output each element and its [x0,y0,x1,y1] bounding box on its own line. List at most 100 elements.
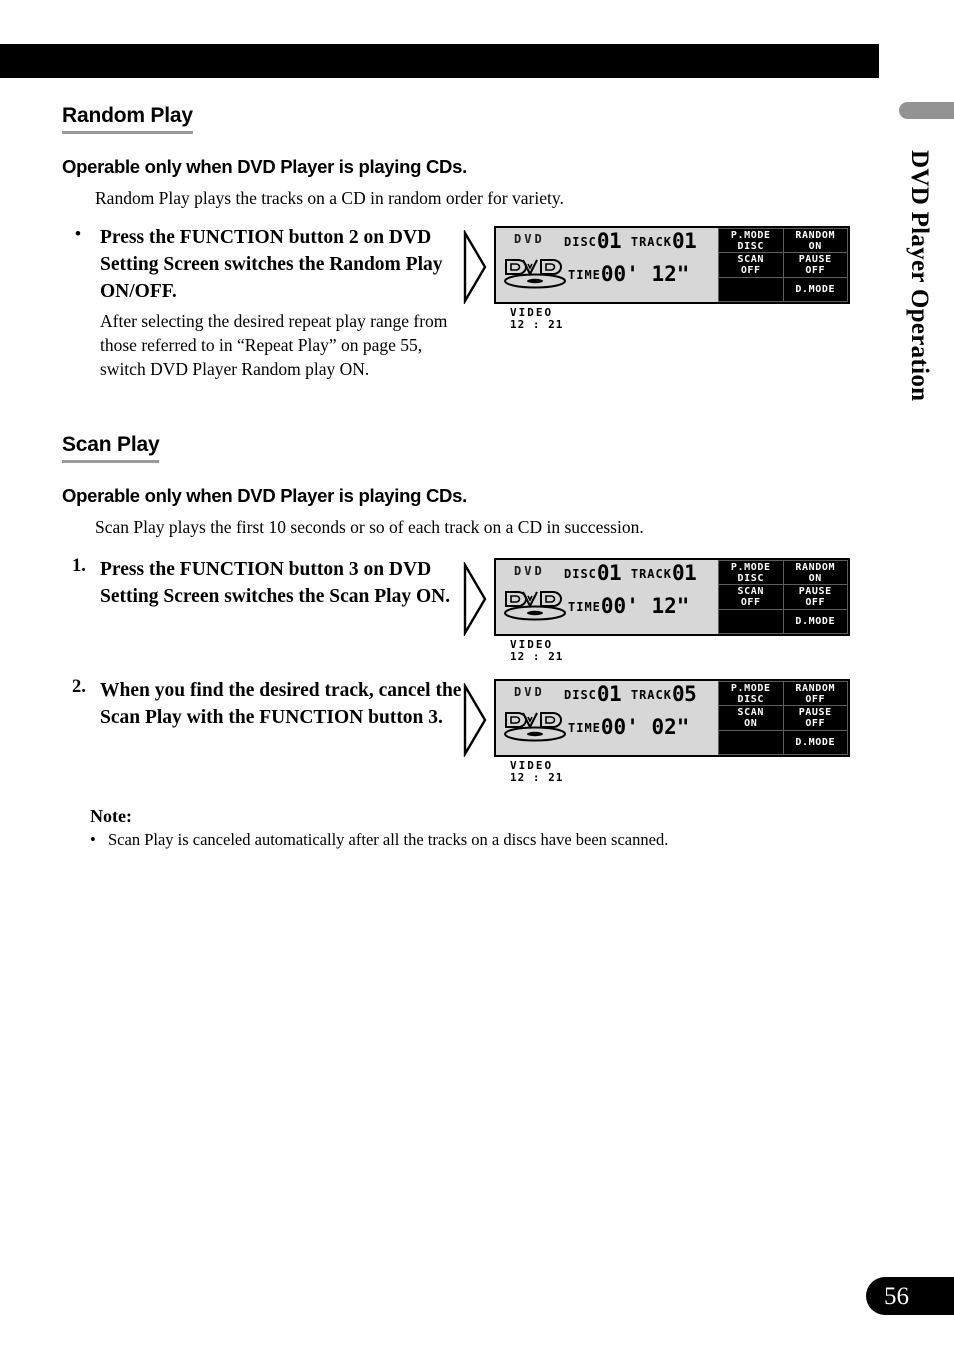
lcd-button-scan[interactable]: SCAN OFF [718,584,784,610]
lcd-time-value: 00' 12" [600,262,690,286]
lcd-button-dmode[interactable]: D.MODE [782,276,848,303]
lcd-button-line1: D.MODE [795,283,836,295]
section-heading: Scan Play [62,433,160,463]
chapter-tab [899,102,954,119]
lcd-button-line1: P.MODE [730,682,771,694]
lcd-button-line2: OFF [805,596,826,608]
dvd-video-logo-icon: VIDEO 12 : 21 [502,256,568,331]
lcd-button-line2: OFF [805,264,826,276]
lcd-disc-label: DISC [564,235,597,249]
step-text: 2. When you find the desired track, canc… [62,677,462,731]
lcd-info-area: DVD DISC01 TRACK05 TIME00' 02" VIDEO 12 … [496,681,718,784]
lcd-button-grid: P.MODE DISC RANDOM ON SCAN OFF PAUSE OFF [718,227,848,303]
lcd-button-pause[interactable]: PAUSE OFF [782,252,848,278]
lcd-time-line: TIME00' 02" [568,715,689,739]
lcd-button-scan[interactable]: SCAN ON [718,705,784,731]
lcd-time-label: TIME [568,600,601,614]
lcd-button-line2: ON [744,717,758,729]
lcd-button-dmode[interactable]: D.MODE [782,608,848,635]
section-subheading: Operable only when DVD Player is playing… [62,485,467,506]
lcd-button-empty[interactable] [718,276,784,303]
lcd-button-grid: P.MODE DISC RANDOM OFF SCAN ON PAUSE OFF [718,680,848,756]
lcd-display: DVD DISC01 TRACK01 TIME00' 12" VIDEO 12 … [494,226,850,331]
lcd-button-line1: RANDOM [795,229,836,241]
lcd-time-value: 00' 12" [600,594,690,618]
lcd-button-line1: P.MODE [730,561,771,573]
lcd-button-line1: D.MODE [795,615,836,627]
logo-clock-text: 12 : 21 [510,771,564,784]
arrow-icon [462,560,494,641]
lcd-disc-value: 01 [596,682,622,706]
lcd-button-line2: DISC [737,572,764,584]
logo-clock-text: 12 : 21 [510,650,564,663]
lcd-button-empty[interactable] [718,608,784,635]
lcd-button-dmode[interactable]: D.MODE [782,729,848,756]
step-marker: • [75,224,81,243]
lcd-button-line2: ON [808,240,822,252]
lcd-time-value: 00' 02" [600,715,690,739]
page-number: 56 [884,1283,909,1310]
lcd-button-line1: PAUSE [798,585,832,597]
lcd-button-random[interactable]: RANDOM OFF [782,680,848,707]
step-row: 1. Press the FUNCTION button 3 on DVD Se… [62,556,862,663]
lcd-disc-track-line: DISC01 TRACK01 [564,561,697,585]
lcd-button-line1: PAUSE [798,706,832,718]
note-item: • Scan Play is canceled automatically af… [90,830,862,850]
lcd-button-line1: SCAN [737,253,764,265]
lcd-display: DVD DISC01 TRACK05 TIME00' 02" VIDEO 12 … [494,679,850,784]
chapter-title: DVD Player Operation [906,150,933,402]
lcd-button-line2: OFF [805,693,826,705]
step-instruction: Press the FUNCTION button 3 on DVD Setti… [100,559,451,607]
lcd-track-label: TRACK [630,688,672,702]
lcd-button-pause[interactable]: PAUSE OFF [782,705,848,731]
lcd-button-line2: OFF [740,596,761,608]
dvd-video-logo-icon: VIDEO 12 : 21 [502,709,568,784]
lcd-time-label: TIME [568,268,601,282]
note-title: Note: [90,806,132,826]
lcd-disc-value: 01 [596,561,622,585]
lcd-button-line1: RANDOM [795,561,836,573]
lcd-track-value: 01 [671,561,697,585]
lcd-button-pmode[interactable]: P.MODE DISC [718,227,784,254]
lcd-disc-label: DISC [564,688,597,702]
lcd-track-label: TRACK [630,567,672,581]
lcd-display: DVD DISC01 TRACK01 TIME00' 12" VIDEO 12 … [494,558,850,663]
lcd-button-random[interactable]: RANDOM ON [782,559,848,586]
section-intro: Scan Play plays the first 10 seconds or … [95,517,644,537]
lcd-button-grid: P.MODE DISC RANDOM ON SCAN OFF PAUSE OFF [718,559,848,635]
lcd-button-line2: DISC [737,693,764,705]
lcd-disc-track-line: DISC01 TRACK01 [564,229,697,253]
section-scan-play: Scan Play Operable only when DVD Player … [62,433,862,784]
step-marker: 1. [72,556,86,576]
lcd-button-scan[interactable]: SCAN OFF [718,252,784,278]
section-subheading: Operable only when DVD Player is playing… [62,156,467,177]
arrow-icon [462,228,494,309]
page-content: Random Play Operable only when DVD Playe… [62,104,862,850]
step-text: 1. Press the FUNCTION button 3 on DVD Se… [62,556,462,610]
lcd-button-line1: PAUSE [798,253,832,265]
lcd-time-line: TIME00' 12" [568,594,689,618]
step-instruction: When you find the desired track, cancel … [100,680,462,728]
lcd-track-value: 05 [671,682,697,706]
lcd-button-empty[interactable] [718,729,784,756]
lcd-button-line1: D.MODE [795,736,836,748]
lcd-button-random[interactable]: RANDOM ON [782,227,848,254]
step-text: • Press the FUNCTION button 2 on DVD Set… [62,224,462,381]
note-text: Scan Play is canceled automatically afte… [108,830,669,849]
lcd-button-pmode[interactable]: P.MODE DISC [718,680,784,707]
lcd-disc-label: DISC [564,567,597,581]
lcd-button-pause[interactable]: PAUSE OFF [782,584,848,610]
lcd-time-line: TIME00' 12" [568,262,689,286]
lcd-button-line1: SCAN [737,585,764,597]
section-intro: Random Play plays the tracks on a CD in … [95,188,564,208]
lcd-info-area: DVD DISC01 TRACK01 TIME00' 12" VIDEO 12 … [496,228,718,331]
lcd-button-pmode[interactable]: P.MODE DISC [718,559,784,586]
lcd-button-line1: RANDOM [795,682,836,694]
logo-clock-text: 12 : 21 [510,318,564,331]
lcd-track-label: TRACK [630,235,672,249]
lcd-button-line2: DISC [737,240,764,252]
step-marker: 2. [72,677,86,697]
note-bullet: • [90,830,96,849]
lcd-disc-value: 01 [596,229,622,253]
header-bar [0,44,879,78]
